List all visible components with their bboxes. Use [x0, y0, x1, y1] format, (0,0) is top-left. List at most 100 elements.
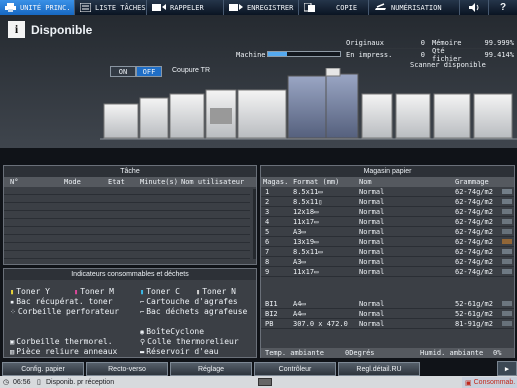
humid-label: Humid. ambiante — [420, 349, 484, 357]
tray-format: 307.0 x 472.0 — [293, 320, 348, 328]
tray-mag: BI1 — [265, 300, 278, 308]
job-row[interactable] — [4, 251, 250, 259]
col-magas: Magas. — [263, 178, 289, 186]
tray-row[interactable]: 3 12x18▭ Normal 62-74g/m2 — [261, 207, 514, 217]
job-row[interactable] — [4, 203, 250, 211]
tray-mag: 3 — [265, 208, 270, 216]
tab-label: ENREGISTRER — [247, 3, 294, 12]
scan-icon — [375, 3, 386, 10]
tray-nom: Normal — [359, 218, 385, 226]
col-format: Format (mm) — [293, 178, 340, 186]
job-list[interactable] — [4, 187, 256, 259]
tray-row[interactable]: 5 A3▭ Normal 62-74g/m2 — [261, 227, 514, 237]
keyboard-icon[interactable] — [258, 378, 272, 386]
tray-list: 1 8.5x11▭ Normal 62-74g/m2 2 8.5x11▯ Normal 62-… — [261, 187, 514, 329]
tray-nom: Normal — [359, 208, 385, 216]
consumables-title: Indicateurs consommables et déchets — [4, 269, 256, 280]
tray-nom: Normal — [359, 300, 385, 308]
punch-waste-icon: ⁘ — [10, 307, 16, 316]
job-row[interactable] — [4, 187, 250, 195]
next-page-button[interactable]: ▶ — [497, 361, 517, 376]
list-icon — [80, 3, 91, 12]
consumable-waste-toner: ▪ Bac récupérat. toner — [10, 297, 113, 306]
job-scrollbar[interactable] — [253, 189, 256, 259]
tray-row[interactable]: 2 8.5x11▯ Normal 62-74g/m2 — [261, 197, 514, 207]
tray-grammage: 62-74g/m2 — [455, 228, 493, 236]
clock-icon: ◷ — [3, 379, 10, 386]
machine-status: i Disponible — [8, 21, 92, 38]
staple-cartridge-icon: ⌐ — [140, 297, 145, 306]
waste-toner-icon: ▪ — [10, 297, 15, 306]
tray-grammage: 52-61g/m2 — [455, 310, 493, 318]
job-row[interactable] — [4, 211, 250, 219]
job-row[interactable] — [4, 219, 250, 227]
tab-numerisation[interactable]: NUMÉRISATION — [369, 0, 460, 15]
job-panel-title: Tâche — [4, 166, 256, 177]
consumable-toner-m: ▮ Toner M — [74, 287, 114, 296]
tray-mag: 9 — [265, 268, 270, 276]
tray-grammage: 81-91g/m2 — [455, 320, 493, 328]
job-panel: Tâche N° Mode Etat Minute(s) Nom utilisa… — [3, 165, 257, 265]
tray-row[interactable]: 1 8.5x11▭ Normal 62-74g/m2 — [261, 187, 514, 197]
thermal-waste-icon: ▣ — [10, 337, 15, 346]
tray-row[interactable]: 8 A3▭ Normal 62-74g/m2 — [261, 257, 514, 267]
consumables-button[interactable]: ▣ Consommab. — [462, 377, 517, 388]
consumables-label: Consommab. — [473, 379, 516, 386]
recto-verso-button[interactable]: Recto-verso — [86, 362, 168, 376]
tray-nom: Normal — [359, 248, 385, 256]
job-row[interactable] — [4, 243, 250, 251]
tray-row[interactable]: 9 11x17▭ Normal 62-74g/m2 — [261, 267, 514, 277]
job-table-header: N° Mode Etat Minute(s) Nom utilisateur — [4, 177, 256, 187]
col-user: Nom utilisateur — [181, 178, 245, 186]
staple-waste-icon: ⌐ — [140, 307, 145, 316]
reglage-button[interactable]: Réglage — [170, 362, 252, 376]
machine-illustration — [100, 68, 517, 140]
tab-enregistrer[interactable]: ENREGISTRER — [224, 0, 299, 15]
consumable-staple-waste: ⌐ Bac déchets agrafeuse — [140, 307, 248, 316]
tray-nom: Normal — [359, 228, 385, 236]
paper-level-indicator — [502, 239, 512, 244]
config-papier-button[interactable]: Config. papier — [2, 362, 84, 376]
paper-level-indicator — [502, 209, 512, 214]
consumable-cyclone-box: ◉ BoîteCyclone — [140, 327, 205, 336]
toner-c-icon: ▮ — [140, 287, 145, 296]
copy-icon — [304, 3, 315, 12]
tray-row[interactable]: 6 13x19▭ Normal 62-74g/m2 — [261, 237, 514, 247]
help-button[interactable]: ? — [489, 0, 517, 15]
counter-value: 0 — [420, 50, 425, 59]
job-row[interactable] — [4, 235, 250, 243]
tray-row[interactable]: PB 307.0 x 472.0 Normal 81-91g/m2 — [261, 319, 514, 329]
tray-format: 11x17▭ — [293, 218, 319, 226]
counter-value: 0 — [420, 39, 425, 47]
regl-detail-ru-button[interactable]: Regl.détail.RU — [338, 362, 420, 376]
tab-rappeler[interactable]: RAPPELER — [147, 0, 224, 15]
tray-row[interactable]: BI2 A4▭ Normal 52-61g/m2 — [261, 309, 514, 319]
tray-row[interactable]: BI1 A4▭ Normal 52-61g/m2 — [261, 299, 514, 309]
tray-mag: BI2 — [265, 310, 278, 318]
tab-liste-taches[interactable]: LISTE TÂCHES — [75, 0, 147, 15]
consumable-toner-c: ▮ Toner C — [140, 287, 180, 296]
job-row[interactable] — [4, 195, 250, 203]
tab-label: UNITÉ PRINC. — [20, 3, 71, 12]
humid-value: 0% — [493, 349, 502, 357]
tray-nom: Normal — [359, 198, 385, 206]
counter-label: En impress. — [346, 50, 393, 59]
tab-copie[interactable]: COPIE — [299, 0, 369, 15]
tray-format: A3▭ — [293, 228, 306, 236]
tray-row[interactable]: 7 8.5x11▭ Normal 62-74g/m2 — [261, 247, 514, 257]
volume-button[interactable] — [460, 0, 489, 15]
tray-mag: 7 — [265, 248, 270, 256]
tray-grammage: 62-74g/m2 — [455, 188, 493, 196]
tab-unite-princ[interactable]: UNITÉ PRINC. — [0, 0, 75, 15]
tray-row[interactable]: 4 11x17▭ Normal 62-74g/m2 — [261, 217, 514, 227]
main-tab-bar: UNITÉ PRINC. LISTE TÂCHES RAPPELER ENREG… — [0, 0, 517, 15]
controleur-button[interactable]: Contrôleur — [254, 362, 336, 376]
status-message: Disponib. pr réception — [46, 378, 115, 386]
tray-format: A4▭ — [293, 310, 306, 318]
consumable-toner-n: ▮ Toner N — [196, 287, 236, 296]
tray-grammage: 62-74g/m2 — [455, 258, 493, 266]
tray-mag: 4 — [265, 218, 270, 226]
counter-value: 99.999% — [484, 39, 514, 47]
job-row[interactable] — [4, 227, 250, 235]
doc-icon: ▯ — [37, 379, 41, 386]
